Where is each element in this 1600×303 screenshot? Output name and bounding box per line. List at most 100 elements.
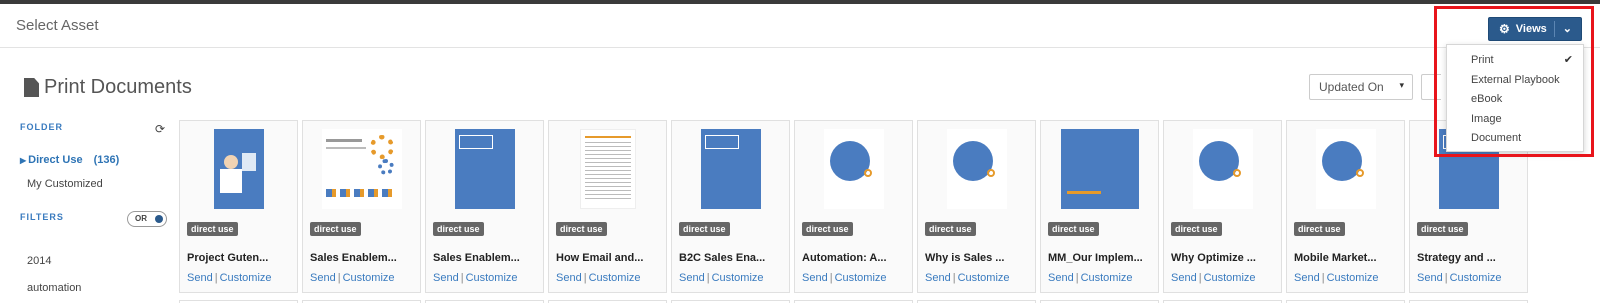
asset-title: Why is Sales ... — [925, 252, 1005, 264]
link-separator: | — [952, 272, 956, 284]
section-title: Print Documents — [24, 76, 192, 99]
asset-thumbnail[interactable] — [795, 129, 912, 209]
asset-card[interactable]: direct use MM_Our Implem... Send | Customize — [1040, 120, 1159, 293]
asset-thumbnail[interactable] — [549, 129, 666, 209]
send-link[interactable]: Send — [310, 272, 336, 284]
send-link[interactable]: Send — [679, 272, 705, 284]
customize-link[interactable]: Customize — [1327, 272, 1379, 284]
asset-thumbnail[interactable] — [303, 129, 420, 209]
send-link[interactable]: Send — [187, 272, 213, 284]
asset-thumbnail[interactable] — [426, 129, 543, 209]
asset-card[interactable]: direct use B2C Sales Ena... Send | Customize — [671, 120, 790, 293]
direct-use-badge: direct use — [1171, 222, 1222, 236]
select-asset-modal: Select Asset Print Documents Updated On … — [0, 4, 1600, 303]
asset-title: Project Guten... — [187, 252, 269, 264]
customize-link[interactable]: Customize — [343, 272, 395, 284]
asset-actions: Send | Customize — [556, 272, 641, 284]
send-link[interactable]: Send — [802, 272, 828, 284]
asset-actions: Send | Customize — [1294, 272, 1379, 284]
asset-actions: Send | Customize — [310, 272, 395, 284]
modal-title: Select Asset — [16, 17, 99, 34]
asset-card[interactable]: direct use Why is Sales ... Send | Customize — [917, 120, 1036, 293]
asset-title: Mobile Market... — [1294, 252, 1377, 264]
refresh-icon[interactable]: ⟳ — [155, 122, 165, 136]
send-link[interactable]: Send — [433, 272, 459, 284]
asset-thumbnail[interactable] — [672, 129, 789, 209]
toggle-label: OR — [135, 214, 147, 223]
send-link[interactable]: Send — [556, 272, 582, 284]
asset-thumbnail[interactable] — [918, 129, 1035, 209]
direct-use-badge: direct use — [187, 222, 238, 236]
customize-link[interactable]: Customize — [835, 272, 887, 284]
direct-use-badge: direct use — [433, 222, 484, 236]
asset-card[interactable]: direct use Automation: A... Send | Customize — [794, 120, 913, 293]
direct-use-badge: direct use — [1417, 222, 1468, 236]
link-separator: | — [706, 272, 710, 284]
asset-actions: Send | Customize — [679, 272, 764, 284]
customize-link[interactable]: Customize — [466, 272, 518, 284]
sort-selected-value: Updated On — [1319, 80, 1384, 94]
folder-item-direct-use[interactable]: ▶ Direct Use (136) — [20, 154, 119, 166]
asset-thumbnail[interactable] — [1164, 129, 1281, 209]
asset-actions: Send | Customize — [1171, 272, 1256, 284]
folder-heading: FOLDER — [20, 122, 63, 132]
folder-item-my-customized[interactable]: My Customized — [27, 178, 103, 190]
customize-link[interactable]: Customize — [1204, 272, 1256, 284]
highlight-annotation — [1434, 6, 1594, 157]
asset-card[interactable]: direct use Mobile Market... Send | Customize — [1286, 120, 1405, 293]
link-separator: | — [460, 272, 464, 284]
filter-item-automation[interactable]: automation — [27, 282, 81, 294]
asset-thumbnail[interactable] — [180, 129, 297, 209]
link-separator: | — [583, 272, 587, 284]
link-separator: | — [337, 272, 341, 284]
customize-link[interactable]: Customize — [1450, 272, 1502, 284]
asset-actions: Send | Customize — [1417, 272, 1502, 284]
link-separator: | — [1198, 272, 1202, 284]
asset-title: Why Optimize ... — [1171, 252, 1256, 264]
modal-header: Select Asset — [0, 4, 1600, 48]
customize-link[interactable]: Customize — [220, 272, 272, 284]
customize-link[interactable]: Customize — [1081, 272, 1133, 284]
caret-down-icon: ▾ — [1399, 80, 1404, 90]
asset-title: Automation: A... — [802, 252, 887, 264]
customize-link[interactable]: Customize — [712, 272, 764, 284]
send-link[interactable]: Send — [925, 272, 951, 284]
asset-actions: Send | Customize — [187, 272, 272, 284]
asset-thumbnail[interactable] — [1287, 129, 1404, 209]
section-title-text: Print Documents — [44, 76, 192, 98]
asset-thumbnail[interactable] — [1041, 129, 1158, 209]
asset-card[interactable]: direct use Project Guten... Send | Customize — [179, 120, 298, 293]
asset-card[interactable]: direct use Sales Enablem... Send | Customize — [302, 120, 421, 293]
asset-title: Sales Enablem... — [310, 252, 397, 264]
folder-count: (136) — [93, 154, 120, 166]
sort-select[interactable]: Updated On ▾ — [1309, 74, 1413, 100]
direct-use-badge: direct use — [925, 222, 976, 236]
asset-title: MM_Our Implem... — [1048, 252, 1143, 264]
asset-actions: Send | Customize — [802, 272, 887, 284]
send-link[interactable]: Send — [1294, 272, 1320, 284]
link-separator: | — [829, 272, 833, 284]
asset-card[interactable]: direct use Sales Enablem... Send | Customize — [425, 120, 544, 293]
asset-actions: Send | Customize — [1048, 272, 1133, 284]
direct-use-badge: direct use — [556, 222, 607, 236]
send-link[interactable]: Send — [1171, 272, 1197, 284]
asset-title: B2C Sales Ena... — [679, 252, 766, 264]
asset-title: Strategy and ... — [1417, 252, 1496, 264]
send-link[interactable]: Send — [1048, 272, 1074, 284]
send-link[interactable]: Send — [1417, 272, 1443, 284]
asset-card[interactable]: direct use Why Optimize ... Send | Customize — [1163, 120, 1282, 293]
direct-use-badge: direct use — [1048, 222, 1099, 236]
toggle-knob — [155, 215, 163, 223]
filter-item-2014[interactable]: 2014 — [27, 255, 51, 267]
customize-link[interactable]: Customize — [958, 272, 1010, 284]
document-icon — [24, 78, 39, 97]
direct-use-badge: direct use — [679, 222, 730, 236]
asset-card[interactable]: direct use How Email and... Send | Customize — [548, 120, 667, 293]
direct-use-badge: direct use — [802, 222, 853, 236]
link-separator: | — [1321, 272, 1325, 284]
link-separator: | — [214, 272, 218, 284]
direct-use-badge: direct use — [310, 222, 361, 236]
or-toggle[interactable]: OR — [127, 211, 167, 227]
direct-use-badge: direct use — [1294, 222, 1345, 236]
customize-link[interactable]: Customize — [589, 272, 641, 284]
